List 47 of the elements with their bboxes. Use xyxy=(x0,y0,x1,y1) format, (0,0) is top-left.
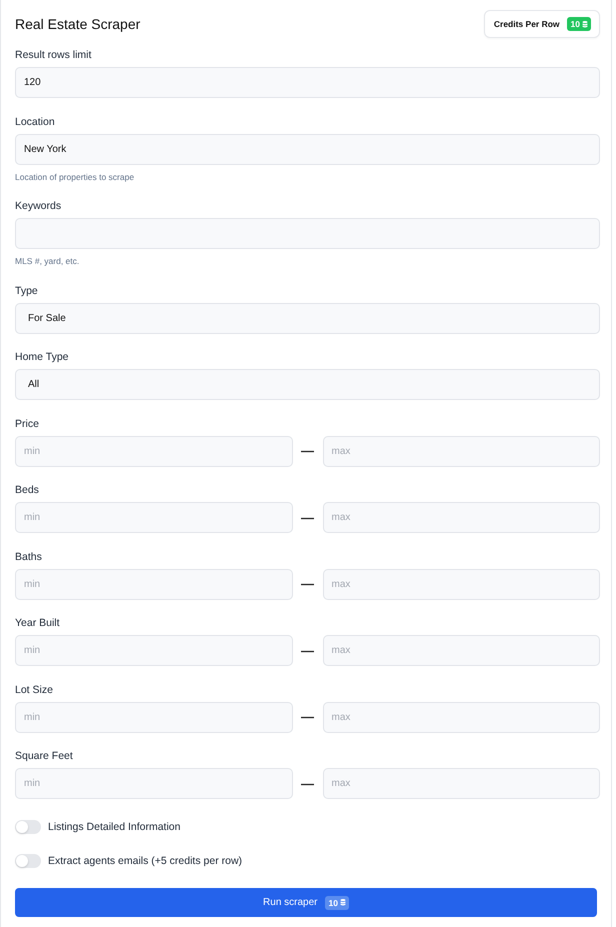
max-input[interactable]: max xyxy=(322,568,600,600)
field-label: Year Built xyxy=(15,616,61,630)
field-label: Result rows limit xyxy=(15,48,92,62)
select-field[interactable]: For Sale xyxy=(15,302,600,334)
range-separator: — xyxy=(301,444,314,458)
field-label: Location xyxy=(15,114,56,128)
max-input[interactable]: max xyxy=(322,702,600,732)
max-input[interactable]: max xyxy=(322,635,600,666)
credits-value: 10 xyxy=(570,18,580,30)
page-title: Real Estate Scraper xyxy=(15,15,140,33)
database-icon xyxy=(582,20,588,28)
field-label: Price xyxy=(15,416,40,430)
max-input[interactable]: max xyxy=(322,768,600,799)
credits-label: Credits Per Row xyxy=(494,18,560,30)
field-hint: Location of properties to scrape xyxy=(15,172,136,182)
min-input[interactable]: min xyxy=(15,502,292,533)
field-hint: MLS #, yard, etc. xyxy=(15,256,80,267)
min-input[interactable]: min xyxy=(15,702,292,732)
max-input[interactable]: max xyxy=(322,436,600,466)
database-icon xyxy=(340,899,346,906)
range-separator: — xyxy=(301,710,314,724)
range-separator: — xyxy=(301,776,314,790)
field-label: Lot Size xyxy=(15,682,54,696)
select-field[interactable]: All xyxy=(15,369,600,400)
range-separator: — xyxy=(301,644,314,658)
max-input[interactable]: max xyxy=(322,502,600,533)
field-label: Keywords xyxy=(15,199,62,213)
min-input[interactable]: min xyxy=(15,568,292,600)
field-label: Square Feet xyxy=(15,749,74,763)
field-label: Type xyxy=(15,284,39,298)
text-input[interactable]: 120 xyxy=(15,67,600,98)
toggle-label: Extract agents emails (+5 credits per row) xyxy=(48,854,242,868)
min-input[interactable]: min xyxy=(15,635,292,666)
range-separator: — xyxy=(301,577,314,591)
run-scraper-button[interactable]: Run scraper 10 xyxy=(15,888,597,917)
toggle-switch[interactable] xyxy=(15,820,41,834)
text-input[interactable]: New York xyxy=(15,134,600,164)
min-input[interactable]: min xyxy=(15,768,292,799)
min-input[interactable]: min xyxy=(15,436,292,466)
toggle-label: Listings Detailed Information xyxy=(48,820,180,834)
field-label: Baths xyxy=(15,550,43,564)
credits-value: 10 xyxy=(328,896,338,908)
field-label: Home Type xyxy=(15,350,70,364)
text-input[interactable] xyxy=(15,218,600,249)
range-separator: — xyxy=(301,510,314,524)
field-label: Beds xyxy=(15,483,40,497)
toggle-switch[interactable] xyxy=(15,854,41,868)
